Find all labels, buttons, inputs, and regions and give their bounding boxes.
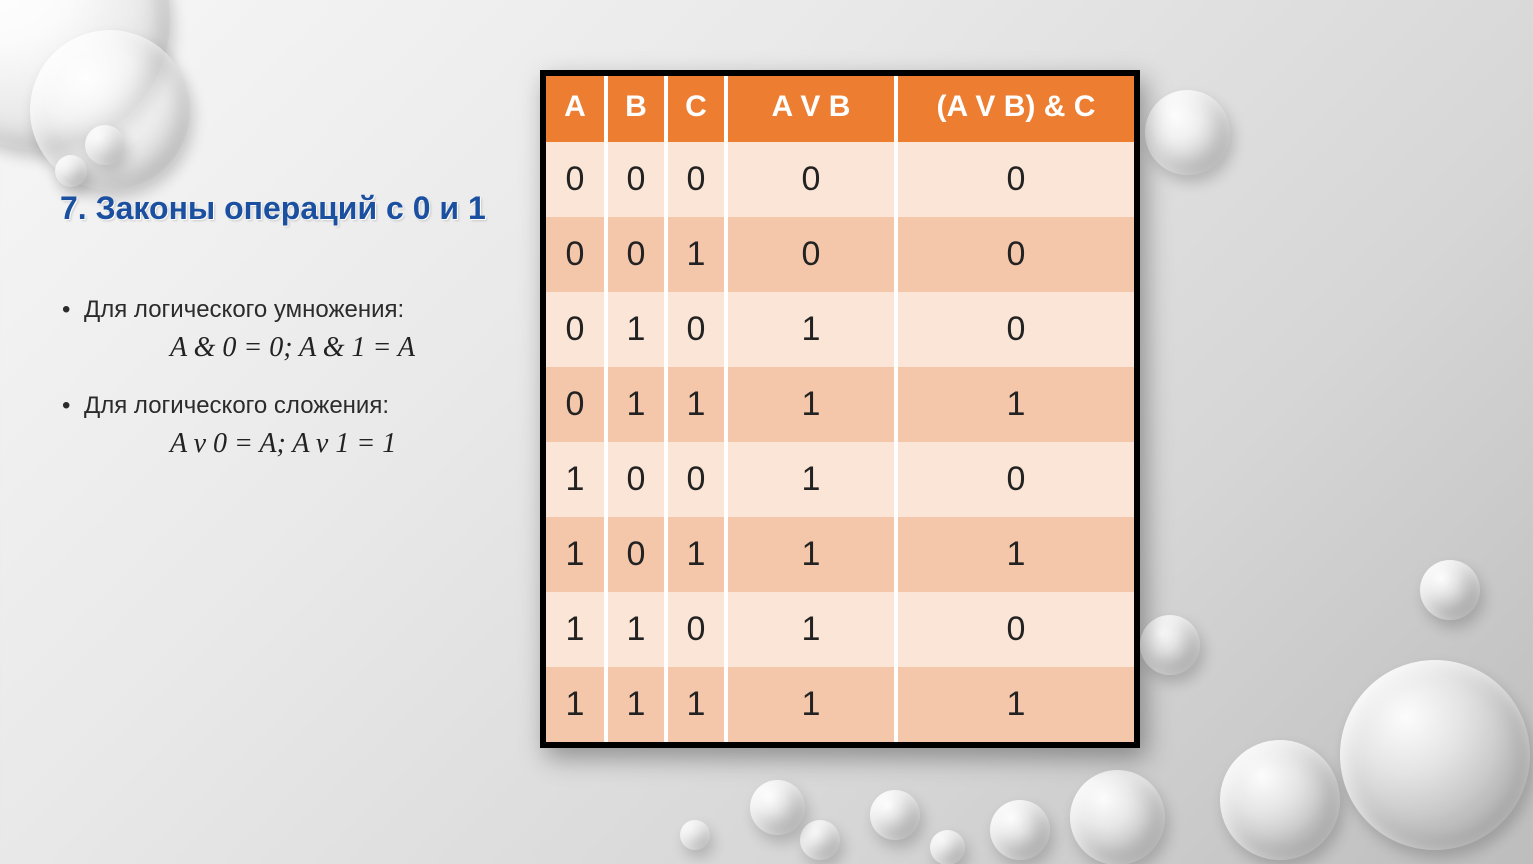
table-cell: 0 xyxy=(666,142,726,217)
table-cell: 1 xyxy=(666,367,726,442)
table-cell: 0 xyxy=(606,517,666,592)
table-cell: 0 xyxy=(896,292,1134,367)
table-cell: 0 xyxy=(726,217,896,292)
table-header-cell: A xyxy=(546,76,606,142)
table-cell: 1 xyxy=(726,592,896,667)
table-cell: 1 xyxy=(606,292,666,367)
table-cell: 1 xyxy=(666,667,726,742)
bubble-decoration xyxy=(750,780,805,835)
table-cell: 0 xyxy=(606,142,666,217)
bubble-decoration xyxy=(870,790,920,840)
truth-table: A B C A V B (A V B) & C 0000000100010100… xyxy=(546,76,1134,742)
table-cell: 1 xyxy=(546,592,606,667)
table-cell: 0 xyxy=(546,217,606,292)
table-cell: 0 xyxy=(546,292,606,367)
bubble-decoration xyxy=(1140,615,1200,675)
table-header-cell: B xyxy=(606,76,666,142)
table-cell: 0 xyxy=(896,442,1134,517)
bubble-decoration xyxy=(930,830,965,864)
table-cell: 0 xyxy=(546,142,606,217)
table-row: 00100 xyxy=(546,217,1134,292)
bubble-decoration xyxy=(1420,560,1480,620)
table-row: 00000 xyxy=(546,142,1134,217)
table-cell: 0 xyxy=(606,442,666,517)
section-heading: 7. Законы операций с 0 и 1 xyxy=(60,188,490,228)
bubble-decoration xyxy=(800,820,840,860)
table-cell: 0 xyxy=(546,367,606,442)
table-cell: 0 xyxy=(896,592,1134,667)
table-cell: 1 xyxy=(896,667,1134,742)
bubble-decoration xyxy=(85,125,125,165)
bubble-decoration xyxy=(680,820,710,850)
table-cell: 1 xyxy=(666,517,726,592)
table-cell: 1 xyxy=(666,217,726,292)
table-row: 01111 xyxy=(546,367,1134,442)
bullet-multiplication-label: Для логического умножения: xyxy=(60,296,490,324)
formula-addition: A v 0 = A; A v 1 = 1 xyxy=(60,428,490,460)
table-cell: 0 xyxy=(666,292,726,367)
table-cell: 1 xyxy=(606,367,666,442)
table-cell: 1 xyxy=(726,292,896,367)
laws-text-block: 7. Законы операций с 0 и 1 Для логическо… xyxy=(60,188,490,488)
table-cell: 0 xyxy=(896,142,1134,217)
table-cell: 0 xyxy=(896,217,1134,292)
bubble-decoration xyxy=(30,30,190,190)
table-row: 10111 xyxy=(546,517,1134,592)
table-row: 11010 xyxy=(546,592,1134,667)
table-header-cell: C xyxy=(666,76,726,142)
table-cell: 0 xyxy=(666,442,726,517)
table-row: 10010 xyxy=(546,442,1134,517)
table-cell: 0 xyxy=(726,142,896,217)
table-row: 01010 xyxy=(546,292,1134,367)
bullet-addition-label: Для логического сложения: xyxy=(60,392,490,420)
bubble-decoration xyxy=(1070,770,1165,864)
table-cell: 1 xyxy=(896,517,1134,592)
table-cell: 1 xyxy=(606,667,666,742)
table-cell: 1 xyxy=(546,667,606,742)
truth-table-container: A B C A V B (A V B) & C 0000000100010100… xyxy=(540,70,1140,748)
bubble-decoration xyxy=(1220,740,1340,860)
table-cell: 1 xyxy=(546,442,606,517)
bubble-decoration xyxy=(1145,90,1230,175)
table-cell: 0 xyxy=(666,592,726,667)
table-cell: 1 xyxy=(726,517,896,592)
table-cell: 0 xyxy=(606,217,666,292)
table-cell: 1 xyxy=(896,367,1134,442)
table-cell: 1 xyxy=(546,517,606,592)
table-cell: 1 xyxy=(606,592,666,667)
table-cell: 1 xyxy=(726,442,896,517)
table-header-cell: (A V B) & C xyxy=(896,76,1134,142)
bubble-decoration xyxy=(55,155,87,187)
formula-multiplication: A & 0 = 0; A & 1 = A xyxy=(60,332,490,364)
table-header-cell: A V B xyxy=(726,76,896,142)
table-header-row: A B C A V B (A V B) & C xyxy=(546,76,1134,142)
table-cell: 1 xyxy=(726,367,896,442)
bubble-decoration xyxy=(1340,660,1530,850)
bubble-decoration xyxy=(990,800,1050,860)
table-row: 11111 xyxy=(546,667,1134,742)
table-cell: 1 xyxy=(726,667,896,742)
